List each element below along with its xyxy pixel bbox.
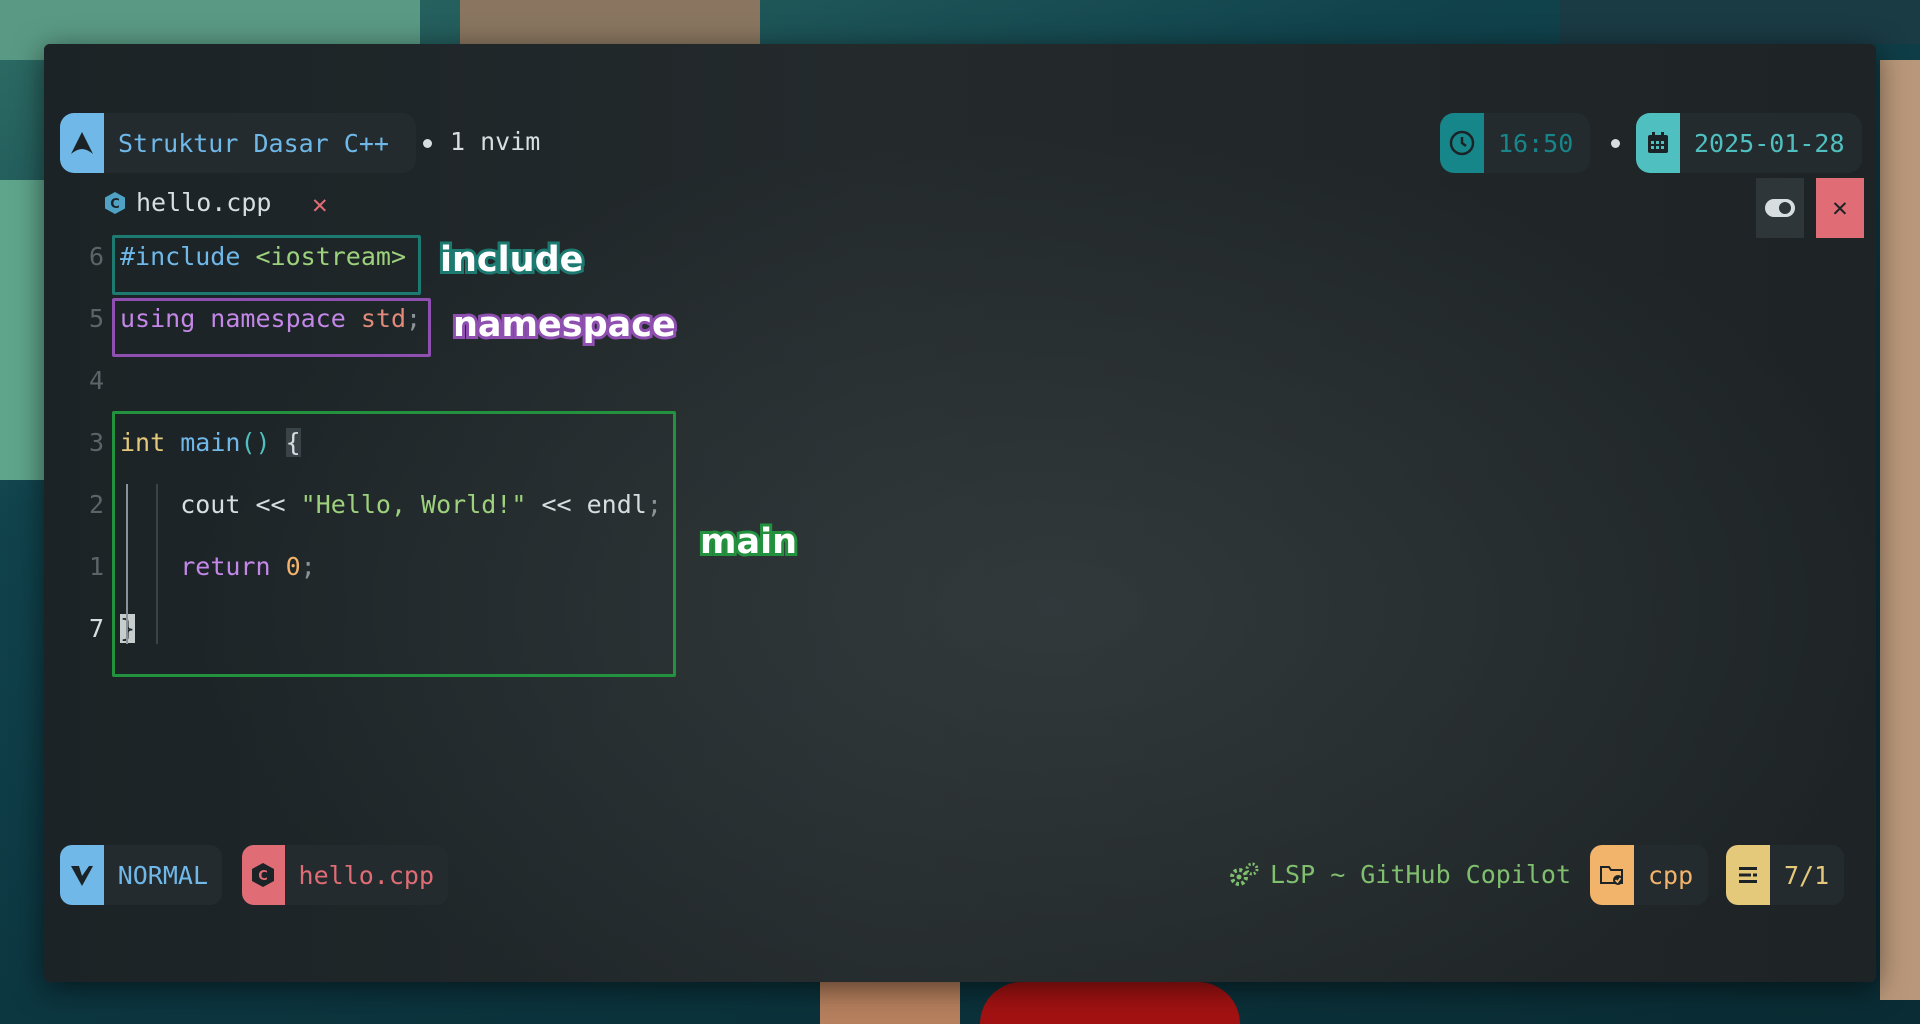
date-text: 2025-01-28 bbox=[1694, 128, 1845, 158]
filetype-pill: cpp bbox=[1590, 845, 1708, 905]
line-number: 3 bbox=[88, 428, 104, 457]
main-box bbox=[112, 411, 676, 677]
session-title-pill[interactable]: Struktur Dasar C++ bbox=[60, 113, 416, 173]
indent-guide bbox=[126, 484, 128, 644]
separator-dot bbox=[423, 139, 432, 148]
svg-text:C: C bbox=[110, 197, 120, 212]
line-number: 7 bbox=[88, 614, 104, 643]
cpp-file-icon: C bbox=[242, 845, 285, 905]
folder-check-icon bbox=[1590, 845, 1634, 905]
cpp-file-icon: C bbox=[104, 190, 126, 216]
clock-pill: 16:50 bbox=[1440, 113, 1590, 173]
line-number: 5 bbox=[88, 304, 104, 333]
calendar-icon bbox=[1636, 113, 1680, 173]
lsp-text: LSP ~ GitHub Copilot bbox=[1270, 860, 1572, 889]
namespace-label: namespace bbox=[450, 302, 679, 348]
file-name: hello.cpp bbox=[298, 860, 434, 890]
line-number: 2 bbox=[88, 490, 104, 519]
clock-time: 16:50 bbox=[1498, 128, 1574, 158]
file-pill[interactable]: C hello.cpp bbox=[242, 845, 448, 905]
include-label: include bbox=[437, 237, 586, 283]
line-number: 6 bbox=[88, 242, 104, 271]
buffer-tab-name: hello.cpp bbox=[136, 188, 272, 217]
window-label[interactable]: 1 nvim bbox=[450, 127, 540, 156]
mode-pill: NORMAL bbox=[60, 845, 222, 905]
buffer-tab[interactable]: C hello.cpp bbox=[104, 188, 271, 217]
position-pill: 7/1 bbox=[1726, 845, 1844, 905]
close-window-button[interactable]: ✕ bbox=[1816, 178, 1864, 238]
gears-icon bbox=[1228, 861, 1260, 889]
line-number: 4 bbox=[88, 366, 104, 395]
close-tab-icon[interactable]: ✕ bbox=[312, 190, 328, 220]
separator-dot bbox=[1611, 139, 1620, 148]
vim-icon bbox=[60, 845, 104, 905]
arch-linux-icon bbox=[60, 113, 104, 173]
list-icon bbox=[1726, 845, 1770, 905]
svg-text:C: C bbox=[258, 869, 268, 884]
toggle-icon[interactable] bbox=[1756, 178, 1804, 238]
line-number: 1 bbox=[88, 552, 104, 581]
session-title: Struktur Dasar C++ bbox=[118, 128, 389, 158]
indent-guide bbox=[156, 484, 158, 644]
main-label: main bbox=[697, 519, 800, 565]
filetype-text: cpp bbox=[1648, 860, 1694, 890]
namespace-box bbox=[112, 298, 431, 357]
lsp-status: LSP ~ GitHub Copilot bbox=[1228, 860, 1571, 889]
cursor-position: 7/1 bbox=[1784, 860, 1830, 890]
terminal-window: Struktur Dasar C++ 1 nvim 16:50 2025-01-… bbox=[44, 44, 1876, 982]
clock-icon bbox=[1440, 113, 1484, 173]
date-pill: 2025-01-28 bbox=[1636, 113, 1862, 173]
include-box bbox=[112, 235, 421, 295]
mode-text: NORMAL bbox=[117, 860, 208, 890]
